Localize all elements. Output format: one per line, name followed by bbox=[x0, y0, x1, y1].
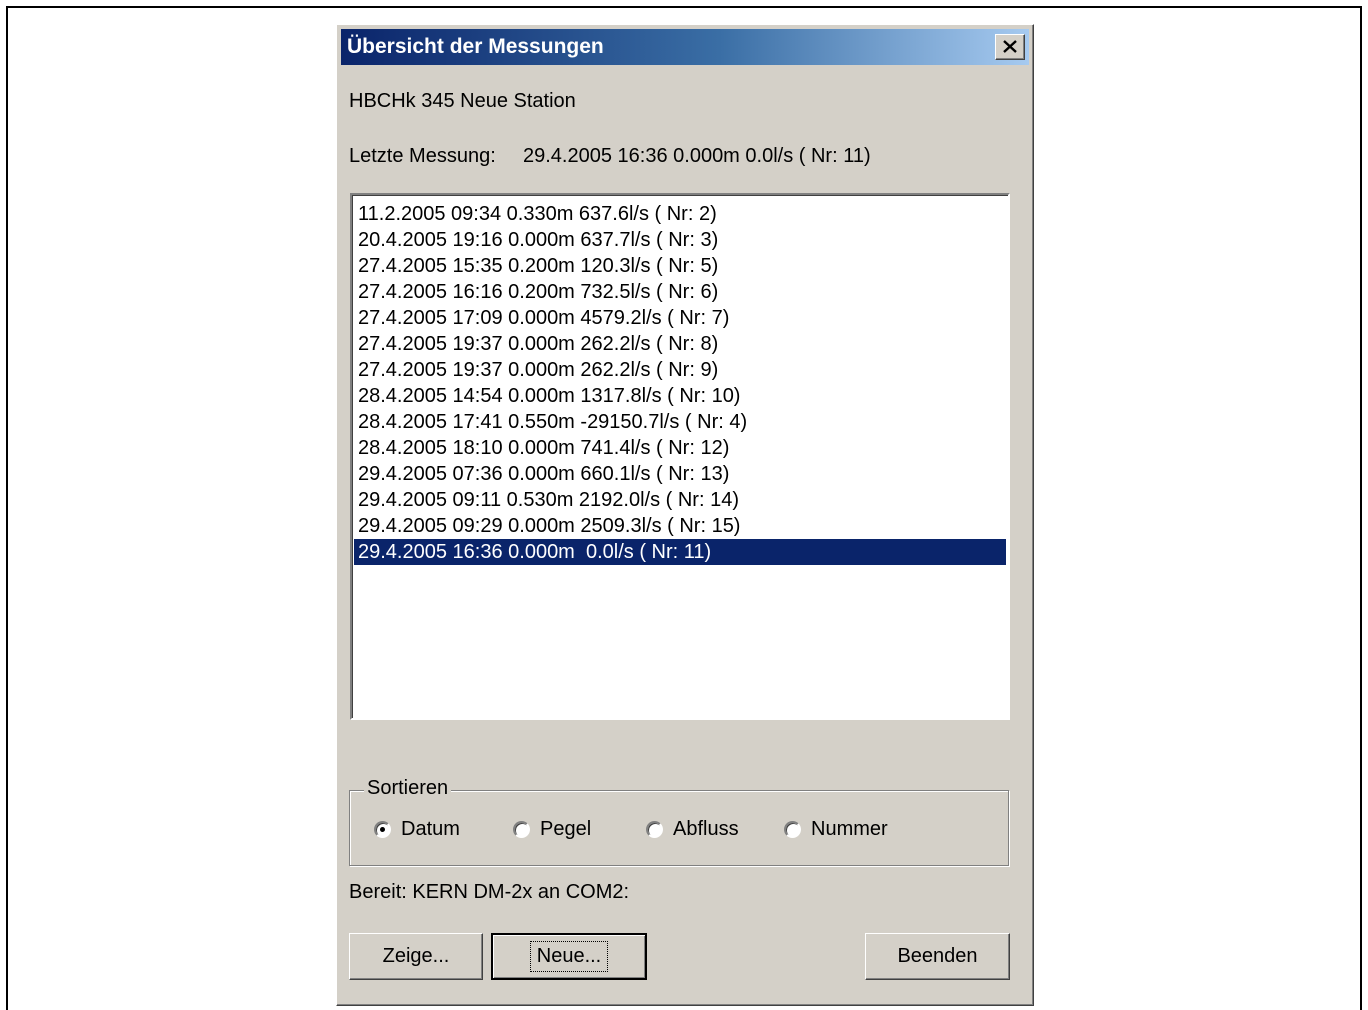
list-item[interactable]: 20.4.2005 19:16 0.000m 637.7l/s ( Nr: 3) bbox=[354, 227, 1006, 253]
close-icon bbox=[1003, 40, 1017, 53]
radio-checked-icon bbox=[374, 821, 391, 838]
list-item[interactable]: 28.4.2005 14:54 0.000m 1317.8l/s ( Nr: 1… bbox=[354, 383, 1006, 409]
list-item[interactable]: 28.4.2005 18:10 0.000m 741.4l/s ( Nr: 12… bbox=[354, 435, 1006, 461]
radio-unchecked-icon bbox=[784, 821, 801, 838]
list-item[interactable]: 27.4.2005 15:35 0.200m 120.3l/s ( Nr: 5) bbox=[354, 253, 1006, 279]
window-title: Übersicht der Messungen bbox=[347, 35, 604, 58]
list-item[interactable]: 27.4.2005 16:16 0.200m 732.5l/s ( Nr: 6) bbox=[354, 279, 1006, 305]
sort-option-label: Datum bbox=[401, 818, 460, 840]
quit-button-label: Beenden bbox=[897, 945, 978, 967]
list-item[interactable]: 27.4.2005 17:09 0.000m 4579.2l/s ( Nr: 7… bbox=[354, 305, 1006, 331]
measurements-listbox[interactable]: 11.2.2005 09:34 0.330m 637.6l/s ( Nr: 2)… bbox=[350, 193, 1010, 720]
last-measurement-value: 29.4.2005 16:36 0.000m 0.0l/s ( Nr: 11) bbox=[523, 145, 871, 167]
list-item[interactable]: 11.2.2005 09:34 0.330m 637.6l/s ( Nr: 2) bbox=[354, 201, 1006, 227]
station-name: HBCHk 345 Neue Station bbox=[349, 90, 576, 112]
list-item[interactable]: 27.4.2005 19:37 0.000m 262.2l/s ( Nr: 8) bbox=[354, 331, 1006, 357]
show-button[interactable]: Zeige... bbox=[349, 933, 483, 980]
measurements-list: 11.2.2005 09:34 0.330m 637.6l/s ( Nr: 2)… bbox=[354, 201, 1006, 565]
sort-nummer-radio[interactable]: Nummer bbox=[784, 818, 888, 841]
sort-option-label: Pegel bbox=[540, 818, 592, 840]
sort-label: Sortieren bbox=[364, 777, 452, 800]
status-text: Bereit: KERN DM-2x an COM2: bbox=[349, 881, 630, 903]
sort-abfluss-radio[interactable]: Abfluss bbox=[646, 818, 739, 841]
sort-pegel-radio[interactable]: Pegel bbox=[513, 818, 591, 841]
list-item-selected[interactable]: 29.4.2005 16:36 0.000m 0.0l/s ( Nr: 11) bbox=[354, 539, 1006, 565]
show-button-label: Zeige... bbox=[382, 945, 450, 967]
close-button[interactable] bbox=[995, 34, 1025, 60]
title-bar[interactable]: Übersicht der Messungen bbox=[341, 29, 1029, 65]
quit-button[interactable]: Beenden bbox=[865, 933, 1010, 980]
sort-option-label: Abfluss bbox=[673, 818, 739, 840]
sort-groupbox: Sortieren Datum Pegel Abfluss Nummer bbox=[349, 777, 1009, 866]
sort-option-label: Nummer bbox=[811, 818, 888, 840]
radio-unchecked-icon bbox=[513, 821, 530, 838]
list-item[interactable]: 29.4.2005 09:29 0.000m 2509.3l/s ( Nr: 1… bbox=[354, 513, 1006, 539]
sort-datum-radio[interactable]: Datum bbox=[374, 818, 460, 841]
list-item[interactable]: 28.4.2005 17:41 0.550m -29150.7l/s ( Nr:… bbox=[354, 409, 1006, 435]
measurements-dialog: Übersicht der Messungen HBCHk 345 Neue S… bbox=[336, 24, 1034, 1006]
list-item[interactable]: 27.4.2005 19:37 0.000m 262.2l/s ( Nr: 9) bbox=[354, 357, 1006, 383]
radio-unchecked-icon bbox=[646, 821, 663, 838]
list-item[interactable]: 29.4.2005 07:36 0.000m 660.1l/s ( Nr: 13… bbox=[354, 461, 1006, 487]
new-button-label: Neue... bbox=[529, 941, 609, 972]
last-measurement-label: Letzte Messung: bbox=[349, 145, 496, 167]
list-item[interactable]: 29.4.2005 09:11 0.530m 2192.0l/s ( Nr: 1… bbox=[354, 487, 1006, 513]
new-button[interactable]: Neue... bbox=[491, 933, 647, 980]
